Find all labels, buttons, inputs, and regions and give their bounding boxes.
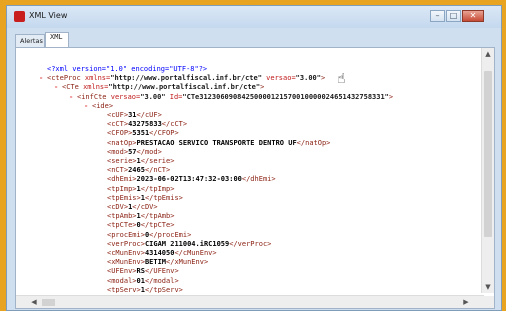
xml-attr-value: "http://www.portalfiscal.inf.br/cte" bbox=[108, 83, 261, 92]
xml-tag: </dhEmi> bbox=[241, 175, 276, 184]
xml-attr-value: "http://www.portalfiscal.inf.br/cte" bbox=[110, 74, 262, 83]
xml-tag: </procEmi> bbox=[149, 230, 192, 239]
xml-line: - <infCte versao="3.00" Id="CTe3123060908… bbox=[69, 92, 394, 103]
xml-tag: </tpAmb> bbox=[140, 212, 175, 221]
xml-attr-name: versao= bbox=[106, 92, 141, 101]
xml-tag: </UFEnv> bbox=[144, 267, 179, 276]
xml-value: RS bbox=[136, 267, 145, 276]
xml-value: 2023-06-02T13:47:32-03:00 bbox=[136, 175, 242, 184]
xml-view-window: XML View – □ ✕ Alertas XML <?xml version… bbox=[6, 5, 502, 311]
collapse-toggle[interactable]: - bbox=[69, 93, 73, 102]
xml-tag: <cDV> bbox=[107, 203, 129, 211]
collapse-toggle[interactable]: - bbox=[39, 74, 43, 83]
xml-attr-name: xmlns= bbox=[80, 74, 111, 83]
scroll-right-icon[interactable]: ▶ bbox=[460, 296, 472, 308]
xml-tag: <dhEmi> bbox=[107, 175, 137, 184]
xml-tag: <cteProc bbox=[47, 74, 81, 83]
xml-tag: </natOp> bbox=[296, 138, 331, 147]
scroll-up-icon[interactable]: ▲ bbox=[482, 48, 494, 60]
maximize-button[interactable]: □ bbox=[446, 10, 461, 22]
xml-tag: <serie> bbox=[107, 157, 137, 165]
xml-tag: </cMunEnv> bbox=[174, 249, 217, 257]
xml-tag: </CFOP> bbox=[149, 129, 179, 138]
xml-value: BETIM bbox=[144, 258, 167, 267]
xml-tag: </cUF> bbox=[136, 111, 162, 119]
xml-tag: > bbox=[320, 74, 326, 83]
horizontal-scroll-thumb[interactable] bbox=[42, 299, 55, 306]
xml-tag: <tpCTe> bbox=[107, 221, 137, 230]
collapse-toggle[interactable]: - bbox=[54, 83, 58, 92]
xml-declaration: <?xml version="1.0" encoding="UTF-8"?> bbox=[47, 65, 208, 73]
xml-value: 31 bbox=[128, 111, 137, 119]
xml-tag: <CTe bbox=[62, 83, 79, 92]
xml-tag: <procEmi> bbox=[107, 230, 145, 239]
xml-value: CIGAM 211004.iRC1059 bbox=[144, 239, 230, 248]
xml-viewer[interactable]: <?xml version="1.0" encoding="UTF-8"?> - <… bbox=[16, 48, 484, 293]
title-bar[interactable]: XML View – □ ✕ bbox=[7, 6, 501, 28]
vertical-scroll-thumb[interactable] bbox=[484, 71, 492, 237]
xml-tag: <UFEnv> bbox=[107, 267, 137, 276]
xml-line: <tpServ>1</tpServ> bbox=[107, 286, 183, 293]
xml-value: 4314050 bbox=[144, 249, 175, 257]
window-title: XML View bbox=[29, 11, 68, 20]
tab-alertas[interactable]: Alertas bbox=[15, 34, 45, 47]
xml-tag: > bbox=[260, 83, 265, 92]
hand-pointer-icon: ☝ bbox=[337, 71, 346, 87]
scroll-down-icon[interactable]: ▼ bbox=[482, 281, 494, 293]
xml-tag: > bbox=[388, 92, 394, 101]
xml-tag: </serie> bbox=[140, 157, 175, 165]
xml-tag: <verProc> bbox=[107, 239, 145, 248]
xml-value: 2465 bbox=[128, 166, 145, 175]
xml-tag: <tpEmis> bbox=[107, 193, 141, 202]
xml-attr-value: "3.00" bbox=[140, 92, 166, 101]
xml-tag: </verProc> bbox=[229, 239, 272, 248]
xml-value: 5351 bbox=[132, 129, 150, 138]
app-icon bbox=[14, 11, 25, 22]
tab-xml[interactable]: XML bbox=[45, 32, 69, 47]
xml-tag: <cMunEnv> bbox=[107, 249, 145, 257]
horizontal-scrollbar[interactable]: ◀ ▶ bbox=[16, 295, 484, 308]
scroll-left-icon[interactable]: ◀ bbox=[28, 296, 40, 308]
xml-tag: </tpImp> bbox=[140, 184, 175, 193]
xml-tag: </cCT> bbox=[161, 120, 188, 129]
xml-value: 57 bbox=[128, 147, 137, 156]
scrollbar-corner bbox=[482, 296, 494, 308]
minimize-button[interactable]: – bbox=[430, 10, 445, 22]
xml-value: 01 bbox=[136, 276, 145, 285]
xml-tag: <cCT> bbox=[107, 120, 129, 129]
xml-tag: </nCT> bbox=[144, 166, 171, 175]
xml-tag: <cUF> bbox=[107, 111, 129, 119]
xml-tag: </cDV> bbox=[132, 203, 158, 211]
xml-value: PRESTACAO SERVICO TRANSPORTE DENTRO UF bbox=[136, 138, 297, 147]
xml-attr-name: xmlns= bbox=[78, 83, 109, 92]
xml-content-panel: <?xml version="1.0" encoding="UTF-8"?> - <… bbox=[15, 47, 495, 309]
xml-attr-name: Id= bbox=[165, 92, 183, 101]
xml-tag: <modal> bbox=[107, 276, 137, 285]
xml-attr-value: "CTe312306090842500001215700100000246514… bbox=[182, 92, 389, 101]
xml-tag: <CFOP> bbox=[107, 129, 133, 138]
xml-tag: </modal> bbox=[144, 276, 179, 285]
xml-tag: <xMunEnv> bbox=[107, 258, 145, 267]
xml-tag: <tpImp> bbox=[107, 184, 137, 193]
xml-attr-value: "3.00" bbox=[295, 74, 321, 83]
xml-tag: <tpServ> bbox=[107, 285, 141, 293]
xml-tag: <ide bbox=[92, 101, 109, 110]
xml-tag: <infCte bbox=[77, 92, 107, 101]
xml-tag: <natOp> bbox=[107, 138, 137, 147]
xml-value: 43275833 bbox=[128, 120, 162, 129]
vertical-scrollbar[interactable]: ▲ ▼ bbox=[481, 48, 494, 293]
xml-tag: </tpServ> bbox=[144, 285, 183, 293]
xml-tag: </mod> bbox=[136, 147, 162, 156]
collapse-toggle[interactable]: - bbox=[84, 102, 88, 111]
xml-attr-name: versao= bbox=[261, 74, 296, 83]
xml-tag: </xMunEnv> bbox=[166, 258, 209, 267]
xml-tag: <mod> bbox=[107, 147, 129, 156]
xml-tag: <tpAmb> bbox=[107, 212, 137, 221]
xml-tag: </tpEmis> bbox=[144, 193, 183, 202]
xml-tag: > bbox=[108, 101, 114, 110]
xml-tag: </tpCTe> bbox=[140, 221, 175, 230]
xml-tag: <nCT> bbox=[107, 166, 129, 175]
close-button[interactable]: ✕ bbox=[462, 10, 484, 22]
